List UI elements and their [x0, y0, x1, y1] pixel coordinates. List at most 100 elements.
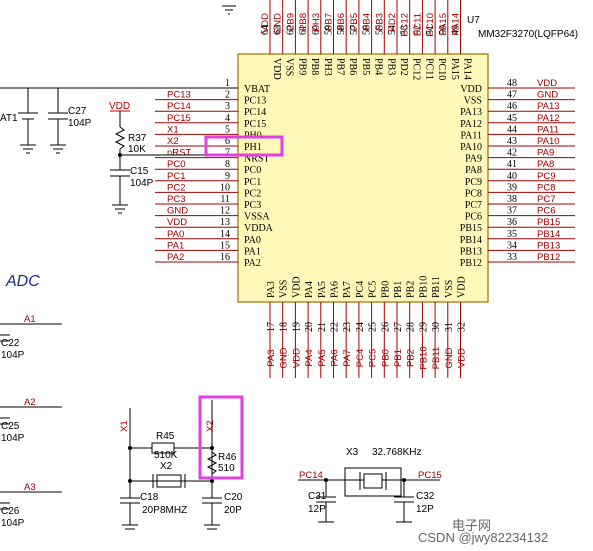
net-label: PA12	[537, 113, 560, 124]
c20-ref: C20	[224, 492, 243, 503]
pin-name: PA13	[460, 107, 482, 118]
pin-name: PB10	[418, 276, 429, 298]
r37-value: 10K	[128, 144, 146, 155]
pin-name: VDD	[271, 58, 282, 80]
pin-number: 31	[444, 322, 455, 332]
net-label: PA5	[317, 349, 328, 366]
pin-name: PB11	[431, 276, 442, 298]
pin-number: 10	[220, 182, 230, 193]
net-label: PB3	[374, 13, 385, 31]
pin-number: 11	[220, 194, 230, 205]
pin-name: PC15	[244, 119, 266, 130]
net-label: PB12	[537, 252, 560, 263]
pin-name: VSSA	[244, 212, 270, 223]
pin-number: 38	[507, 194, 517, 205]
pin-number: 13	[220, 217, 230, 228]
pin-name: PA3	[266, 281, 277, 298]
pin-number: 25	[368, 322, 379, 332]
net-label: GND	[537, 90, 558, 101]
net-label: PC15	[167, 113, 191, 124]
net-label: PC5	[368, 349, 379, 367]
c26-ref: C26	[1, 506, 20, 517]
net-label: PB5	[349, 13, 360, 31]
net-label: PA4	[304, 349, 315, 366]
net-label: PC9	[537, 171, 555, 182]
c32-ref: C32	[416, 491, 435, 502]
pin-name: PA8	[465, 165, 482, 176]
pin-number: 7	[225, 148, 230, 159]
pin-number: 23	[342, 322, 353, 332]
c25-ref: C25	[1, 421, 20, 432]
pin-number: 33	[507, 252, 517, 263]
net-label: PC4	[355, 349, 366, 367]
pin-number: 3	[225, 101, 230, 112]
schematic-canvas: U7 MM32F3270(LQFP64) 1VBAT2PC13PC133PC14…	[0, 0, 578, 545]
net-label: PA9	[537, 148, 554, 159]
net-label: PD2	[387, 13, 398, 31]
net-label: PC13	[167, 90, 191, 101]
pin-name: PA0	[244, 235, 261, 246]
pin-number: 44	[507, 124, 517, 135]
net-label: PB9	[285, 13, 296, 31]
net-label: GND	[279, 347, 290, 368]
pin-bottom-17: 17 PA3 PA3	[266, 281, 277, 378]
adc-net-a2: A2	[24, 397, 36, 408]
pin-name: PD2	[398, 58, 409, 76]
pin-number: 36	[507, 217, 517, 228]
c20-value: 20P	[224, 505, 242, 516]
pin-number: 32	[457, 322, 468, 332]
chip-designator: U7	[467, 15, 480, 26]
x3-ref: X3	[346, 447, 359, 458]
pin-name: PA9	[465, 154, 482, 165]
pin-number: 46	[507, 101, 517, 112]
net-label: PC11	[412, 13, 423, 36]
pin-name: PC10	[436, 58, 447, 80]
pin-bottom-18: 18 GND VSS	[279, 280, 290, 378]
r37-ref: R37	[128, 133, 147, 144]
pin-name: VDD	[460, 84, 482, 95]
c18-value: 20P	[142, 505, 160, 516]
pin-number: 4	[225, 113, 230, 124]
top-pins: 64VDDVDD63GNDVSS62PB9PB961PB8PB860PH3PH3…	[260, 0, 473, 80]
pin-bottom-26: 26 PB0 PB0	[380, 281, 391, 378]
pin-name: PA7	[342, 281, 353, 298]
c18-ref: C18	[140, 492, 159, 503]
net-label: PC7	[537, 194, 555, 205]
pin-number: 2	[225, 90, 230, 101]
net-label: PA7	[342, 349, 353, 366]
pin-name: PA2	[244, 258, 261, 269]
pin-name: PC7	[465, 200, 482, 211]
pin-name: VBAT	[244, 84, 270, 95]
c27-ref: C27	[68, 106, 87, 117]
pin-bottom-24: 24 PC4 PC4	[355, 281, 366, 378]
pin-name: PC11	[423, 58, 434, 80]
pin-name: VDD	[291, 276, 302, 298]
net-label: PC1	[167, 171, 185, 182]
junction-dot	[118, 153, 122, 157]
net-label: nRST	[167, 148, 191, 159]
net-label: PC10	[425, 13, 436, 37]
pin-name: PA5	[317, 281, 328, 298]
adc-net-a3: A3	[24, 482, 36, 493]
pin-name: PC5	[368, 281, 379, 298]
pin-name: PC2	[244, 188, 261, 199]
net-pc15-label: PC15	[418, 470, 442, 481]
net-label: VDD	[537, 78, 557, 89]
pin-name: PB8	[309, 58, 320, 75]
net-label: PA2	[167, 252, 184, 263]
pin-name: PA4	[304, 281, 315, 298]
pin-bottom-20: 20 PA4 PA4	[304, 281, 315, 378]
net-label: GND	[444, 347, 455, 368]
pin-bottom-27: 27 PB1 PB1	[393, 281, 404, 378]
pin-number: 35	[507, 229, 517, 240]
pin-number: 27	[393, 322, 404, 332]
pin-name: PC0	[244, 165, 261, 176]
net-label: PA13	[537, 101, 560, 112]
pin-name: PB12	[460, 258, 482, 269]
r45-ref: R45	[156, 431, 175, 442]
pin-number: 24	[355, 322, 366, 332]
pin-bottom-19: 19 VDD VDD	[291, 276, 302, 378]
net-label: PA3	[266, 349, 277, 366]
net-label: PA0	[167, 229, 184, 240]
r37-supply-label: VDD	[109, 101, 130, 112]
